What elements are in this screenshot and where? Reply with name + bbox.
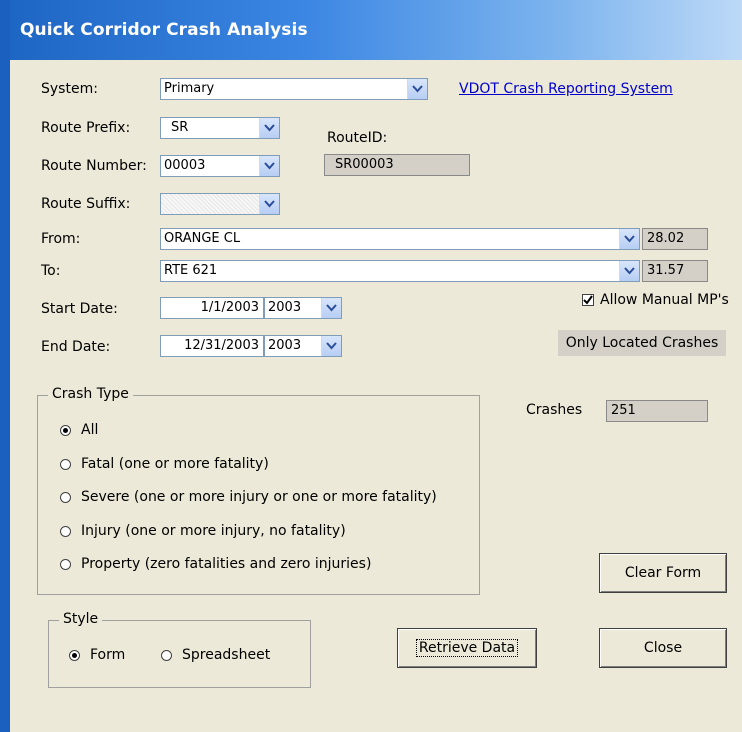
title-bar[interactable]: Quick Corridor Crash Analysis [10, 0, 742, 60]
start-year-dropdown-button[interactable] [321, 298, 341, 318]
style-option-label: Spreadsheet [182, 647, 271, 663]
style-option-spreadsheet[interactable]: Spreadsheet [161, 647, 270, 663]
to-select[interactable]: RTE 621 [160, 260, 640, 282]
retrieve-data-button[interactable]: Retrieve Data [397, 628, 537, 668]
chevron-down-icon [264, 124, 275, 132]
vdot-crash-reporting-link[interactable]: VDOT Crash Reporting System [459, 81, 673, 97]
from-select[interactable]: ORANGE CL [160, 228, 640, 250]
from-label: From: [41, 231, 81, 247]
style-option-label: Form [90, 647, 126, 663]
system-value: Primary [164, 81, 215, 96]
end-year-dropdown-button[interactable] [321, 336, 341, 356]
chevron-down-icon [624, 235, 635, 243]
style-legend: Style [59, 611, 103, 627]
route-prefix-select[interactable]: SR [160, 117, 280, 139]
route-suffix-select[interactable] [160, 193, 280, 215]
crash-type-option-all[interactable]: All [60, 422, 98, 438]
route-number-value: 00003 [164, 158, 206, 173]
radio-icon[interactable] [60, 525, 71, 537]
to-dropdown-button[interactable] [619, 261, 639, 281]
route-number-label: Route Number: [41, 158, 147, 174]
route-id-value: SR00003 [335, 157, 394, 172]
end-date-label: End Date: [41, 339, 111, 355]
system-select[interactable]: Primary [160, 78, 428, 100]
chevron-down-icon [264, 162, 275, 170]
start-date-input[interactable]: 1/1/2003 [160, 297, 264, 319]
crash-type-option-fatal[interactable]: Fatal (one or more fatality) [60, 456, 269, 472]
route-number-select[interactable]: 00003 [160, 155, 280, 177]
crash-type-group: Crash Type All Fatal (one or more fatali… [37, 386, 480, 595]
from-mp-field: 28.02 [642, 228, 708, 250]
crashes-count-value: 251 [611, 403, 636, 418]
chevron-down-icon [624, 267, 635, 275]
crash-type-option-severe[interactable]: Severe (one or more injury or one or mor… [60, 489, 437, 505]
radio-icon[interactable] [161, 649, 172, 661]
system-label: System: [41, 81, 98, 97]
to-value: RTE 621 [164, 263, 218, 278]
clear-form-button[interactable]: Clear Form [599, 553, 727, 593]
route-prefix-value: SR [171, 120, 189, 135]
crash-type-option-label: Property (zero fatalities and zero injur… [81, 556, 372, 572]
route-number-dropdown-button[interactable] [259, 156, 279, 176]
chevron-down-icon [412, 85, 423, 93]
window-left-edge [0, 0, 10, 732]
retrieve-data-label: Retrieve Data [415, 639, 519, 657]
dialog-window: Quick Corridor Crash Analysis System: Pr… [10, 0, 742, 732]
crash-type-option-label: Injury (one or more injury, no fatality) [81, 523, 346, 539]
crash-type-option-property[interactable]: Property (zero fatalities and zero injur… [60, 556, 371, 572]
route-prefix-label: Route Prefix: [41, 120, 131, 136]
checkmark-icon [583, 295, 593, 305]
radio-icon[interactable] [60, 558, 71, 570]
allow-manual-mp-box[interactable] [582, 294, 594, 306]
radio-icon[interactable] [60, 458, 71, 470]
route-id-field: SR00003 [324, 154, 470, 176]
crash-type-option-label: Severe (one or more injury or one or mor… [81, 489, 437, 505]
close-button[interactable]: Close [599, 628, 727, 668]
radio-icon[interactable] [60, 424, 71, 436]
end-year-select[interactable]: 2003 [264, 335, 342, 357]
from-dropdown-button[interactable] [619, 229, 639, 249]
route-prefix-dropdown-button[interactable] [259, 118, 279, 138]
end-date-value: 12/31/2003 [184, 338, 259, 353]
chevron-down-icon [326, 304, 337, 312]
to-mp-value: 31.57 [647, 263, 685, 278]
crash-type-legend: Crash Type [48, 386, 133, 402]
radio-icon[interactable] [69, 649, 80, 661]
style-group: Style Form Spreadsheet [48, 611, 311, 688]
to-label: To: [41, 263, 61, 279]
chevron-down-icon [326, 342, 337, 350]
allow-manual-mp-label: Allow Manual MP's [600, 292, 729, 308]
system-dropdown-button[interactable] [407, 79, 427, 99]
start-year-value: 2003 [268, 300, 302, 315]
from-value: ORANGE CL [164, 231, 241, 246]
to-mp-field: 31.57 [642, 260, 708, 282]
crash-type-option-injury[interactable]: Injury (one or more injury, no fatality) [60, 523, 346, 539]
crashes-count-field: 251 [606, 400, 708, 422]
crash-type-option-label: All [81, 422, 99, 438]
end-date-input[interactable]: 12/31/2003 [160, 335, 264, 357]
start-date-label: Start Date: [41, 301, 118, 317]
allow-manual-mp-checkbox[interactable]: Allow Manual MP's [582, 292, 729, 308]
style-option-form[interactable]: Form [69, 647, 125, 663]
crashes-label: Crashes [526, 402, 583, 418]
only-located-crashes-label: Only Located Crashes [558, 330, 726, 356]
route-suffix-label: Route Suffix: [41, 196, 131, 212]
route-suffix-dropdown-button[interactable] [259, 194, 279, 214]
from-mp-value: 28.02 [647, 231, 685, 246]
crash-type-option-label: Fatal (one or more fatality) [81, 456, 269, 472]
end-year-value: 2003 [268, 338, 302, 353]
window-title: Quick Corridor Crash Analysis [20, 20, 308, 40]
chevron-down-icon [264, 200, 275, 208]
start-date-value: 1/1/2003 [200, 300, 259, 315]
radio-icon[interactable] [60, 491, 71, 503]
route-id-label: RouteID: [327, 130, 388, 146]
start-year-select[interactable]: 2003 [264, 297, 342, 319]
